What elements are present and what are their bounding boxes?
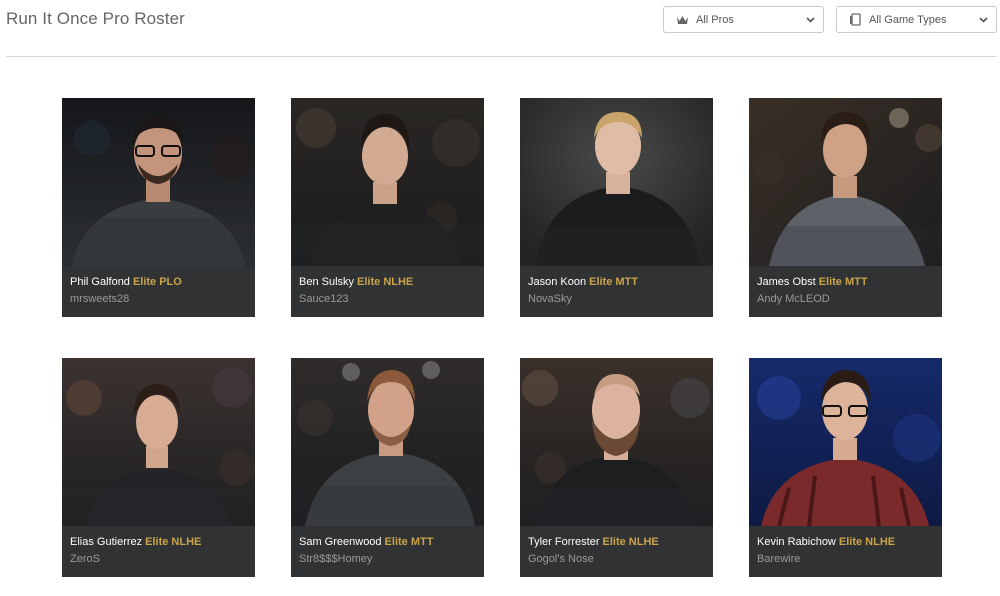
pro-badge: Elite MTT bbox=[384, 536, 434, 548]
pro-roster-grid: Phil Galfond Elite PLO mrsweets28 Ben Sul… bbox=[62, 98, 942, 577]
pro-info: Elias Gutierrez Elite NLHE ZeroS bbox=[62, 526, 255, 577]
pro-name: James Obst bbox=[757, 276, 816, 288]
pro-info: Phil Galfond Elite PLO mrsweets28 bbox=[62, 266, 255, 317]
pro-nickname: Str8$$$Homey bbox=[299, 553, 373, 565]
pro-photo bbox=[749, 98, 942, 266]
pro-name: Phil Galfond bbox=[70, 276, 130, 288]
pro-info: Sam Greenwood Elite MTT Str8$$$Homey bbox=[291, 526, 484, 577]
pro-card[interactable]: Elias Gutierrez Elite NLHE ZeroS bbox=[62, 358, 255, 577]
pro-card[interactable]: Sam Greenwood Elite MTT Str8$$$Homey bbox=[291, 358, 484, 577]
pro-card[interactable]: Kevin Rabichow Elite NLHE Barewire bbox=[749, 358, 942, 577]
all-game-types-dropdown[interactable]: All Game Types bbox=[836, 6, 997, 33]
pro-card[interactable]: Jason Koon Elite MTT NovaSky bbox=[520, 98, 713, 317]
pro-photo bbox=[520, 358, 713, 526]
pro-name: Jason Koon bbox=[528, 276, 587, 288]
pro-nickname: Andy McLEOD bbox=[757, 293, 830, 305]
cards-icon bbox=[848, 13, 862, 27]
pro-photo bbox=[62, 358, 255, 526]
pro-photo bbox=[749, 358, 942, 526]
pro-badge: Elite NLHE bbox=[357, 276, 414, 288]
pro-name: Sam Greenwood bbox=[299, 536, 382, 548]
pro-photo bbox=[62, 98, 255, 266]
pro-nickname: Barewire bbox=[757, 553, 801, 565]
pro-nickname: ZeroS bbox=[70, 553, 100, 565]
pro-badge: Elite PLO bbox=[132, 276, 182, 288]
pro-info: Ben Sulsky Elite NLHE Sauce123 bbox=[291, 266, 484, 317]
crown-icon bbox=[675, 13, 689, 27]
pro-photo bbox=[291, 358, 484, 526]
pro-photo bbox=[291, 98, 484, 266]
pro-card[interactable]: Ben Sulsky Elite NLHE Sauce123 bbox=[291, 98, 484, 317]
pro-info: Jason Koon Elite MTT NovaSky bbox=[520, 266, 713, 317]
pro-name: Tyler Forrester bbox=[528, 536, 600, 548]
pro-info: James Obst Elite MTT Andy McLEOD bbox=[749, 266, 942, 317]
chevron-down-icon bbox=[805, 15, 815, 25]
pro-photo bbox=[520, 98, 713, 266]
all-pros-label: All Pros bbox=[696, 13, 734, 26]
pro-badge: Elite MTT bbox=[818, 276, 868, 288]
pro-nickname: NovaSky bbox=[528, 293, 573, 305]
pro-info: Tyler Forrester Elite NLHE Gogol's Nose bbox=[520, 526, 713, 577]
pro-name: Elias Gutierrez bbox=[70, 536, 143, 548]
page-title: Run It Once Pro Roster bbox=[6, 9, 185, 28]
pro-nickname: Sauce123 bbox=[299, 293, 349, 305]
all-pros-dropdown[interactable]: All Pros bbox=[663, 6, 824, 33]
pro-badge: Elite NLHE bbox=[838, 536, 896, 548]
pro-card[interactable]: Tyler Forrester Elite NLHE Gogol's Nose bbox=[520, 358, 713, 577]
pro-nickname: mrsweets28 bbox=[70, 293, 130, 305]
pro-name: Kevin Rabichow bbox=[757, 536, 836, 548]
chevron-down-icon bbox=[978, 15, 988, 25]
pro-nickname: Gogol's Nose bbox=[528, 553, 594, 565]
pro-badge: Elite NLHE bbox=[145, 536, 202, 548]
all-game-types-label: All Game Types bbox=[869, 13, 947, 26]
pro-badge: Elite NLHE bbox=[602, 536, 659, 548]
pro-badge: Elite MTT bbox=[589, 276, 638, 288]
pro-card[interactable]: Phil Galfond Elite PLO mrsweets28 bbox=[62, 98, 255, 317]
pro-name: Ben Sulsky bbox=[299, 276, 355, 288]
pro-card[interactable]: James Obst Elite MTT Andy McLEOD bbox=[749, 98, 942, 317]
header-divider bbox=[6, 56, 996, 57]
pro-info: Kevin Rabichow Elite NLHE Barewire bbox=[749, 526, 942, 577]
